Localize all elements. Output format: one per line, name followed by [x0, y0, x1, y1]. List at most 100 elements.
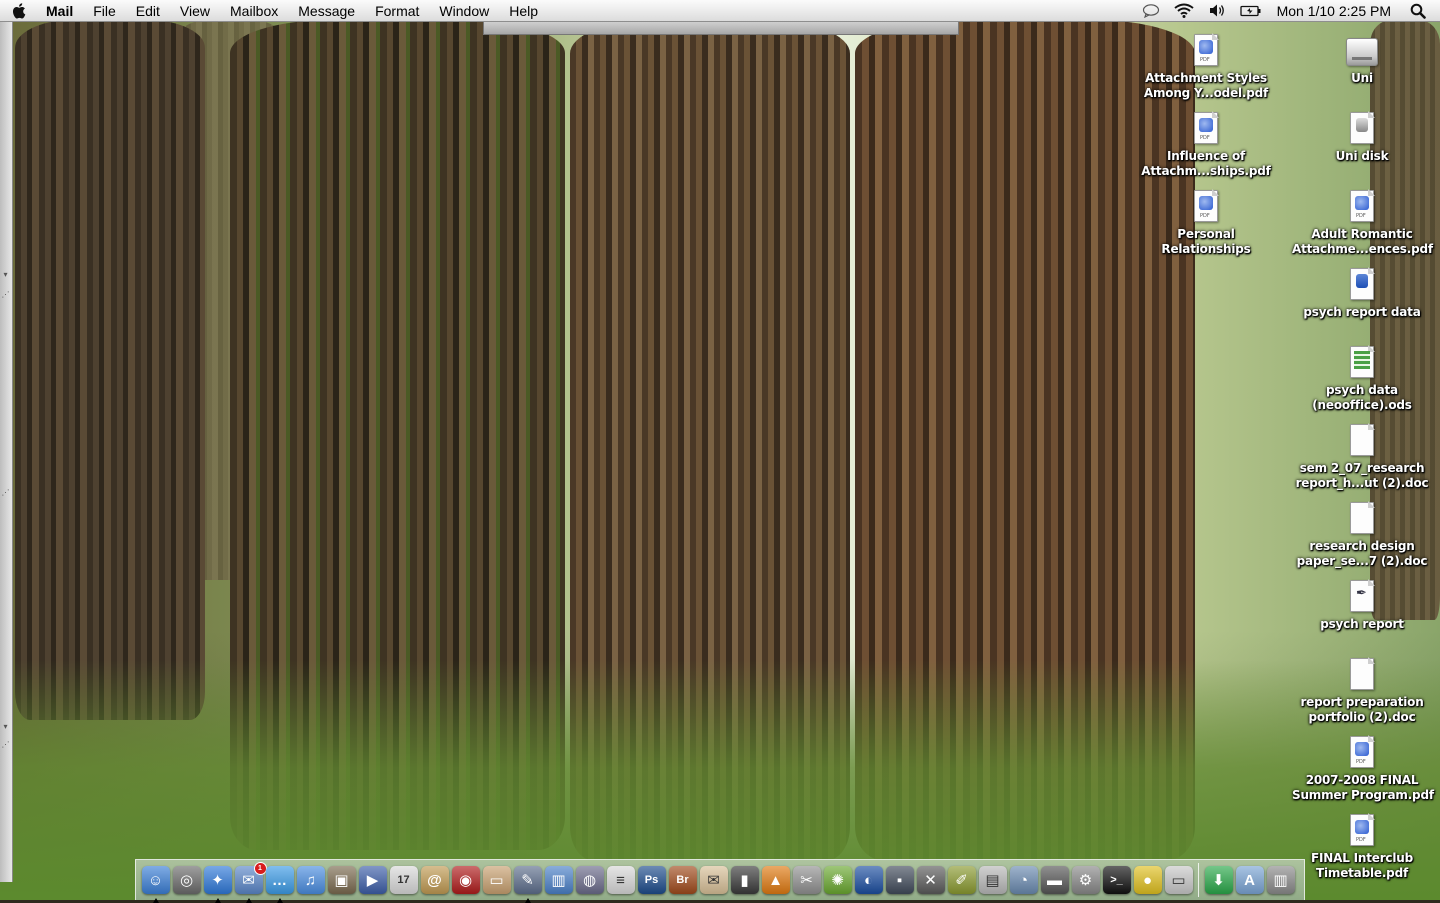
textedit-icon[interactable]: ≡ [606, 866, 635, 894]
desktop-icon[interactable]: PDF 2007-2008 FINAL Summer Program.pdf [1292, 735, 1434, 803]
itunes-icon[interactable]: ♫ [296, 866, 325, 894]
pdf-document-icon: PDF [1350, 735, 1375, 768]
spotlight-search-icon[interactable] [1403, 0, 1440, 22]
trash-icon[interactable]: ▥ [1266, 866, 1295, 894]
wifi-icon[interactable] [1167, 0, 1201, 22]
text-document-icon [1350, 579, 1375, 612]
offscreen-window-edge[interactable]: ▾ ⋰ ⋰ ▾ ⋰ [0, 22, 13, 882]
desktop-icon[interactable]: PDF Influence of Attachm...ships.pdf [1136, 111, 1276, 179]
menu-view[interactable]: View [170, 0, 220, 22]
desktop-icon-label: Attachment Styles [1145, 71, 1267, 85]
hard-disk-icon [1346, 38, 1378, 66]
desktop-icon[interactable]: psych data (neooffice).ods [1292, 345, 1432, 413]
photoshop-icon[interactable]: Ps [637, 866, 666, 894]
dock-item-glyph: ◎ [179, 872, 194, 889]
applications-folder-icon[interactable]: A [1235, 866, 1264, 894]
vlc-icon[interactable]: ▲ [761, 866, 790, 894]
downloads-stack-icon[interactable]: ⬇ [1204, 866, 1233, 894]
terminal-icon[interactable]: >_ [1102, 866, 1131, 894]
scroll-arrow-icon[interactable]: ▾ [1, 270, 10, 280]
resize-grip-icon[interactable]: ⋰ [1, 740, 10, 750]
resize-grip-icon[interactable]: ⋰ [1, 290, 10, 300]
desktop-icon[interactable]: Uni [1292, 34, 1432, 86]
dock-item-glyph: ✉ [242, 872, 255, 889]
menu-mailbox[interactable]: Mailbox [220, 0, 288, 22]
menu-edit[interactable]: Edit [126, 0, 170, 22]
mail-icon[interactable]: ✉ 1 [234, 862, 267, 903]
finder-icon[interactable]: ☺ [141, 866, 170, 903]
printer-icon[interactable]: ▭ [1164, 866, 1193, 894]
script-app-icon[interactable]: ▮ [730, 866, 759, 894]
desktop-icon[interactable]: PDF Adult Romantic Attachme...ences.pdf [1292, 189, 1433, 257]
address-book-icon[interactable]: @ [420, 866, 449, 894]
dock-item-glyph: ⬇ [1212, 872, 1225, 889]
desktop-icon-label: report_h...ut (2).doc [1295, 476, 1429, 490]
color-picker-icon[interactable]: ● [1133, 866, 1162, 894]
menu-format[interactable]: Format [365, 0, 429, 22]
dashboard-icon[interactable]: ◎ [172, 866, 201, 894]
drive-app-icon[interactable]: ▪ [885, 866, 914, 894]
window-edge[interactable] [483, 22, 959, 35]
preview-icon[interactable]: ◍ [575, 866, 604, 894]
dock-item-glyph: ✂ [800, 872, 813, 889]
tools-app-icon[interactable]: ✂ [792, 866, 821, 894]
apple-menu-icon[interactable] [0, 0, 40, 22]
menu-file[interactable]: File [83, 0, 126, 22]
pen-app-icon[interactable]: ✎ [513, 866, 542, 903]
globe-app-icon[interactable]: ◐ [854, 866, 883, 894]
pdf-document-icon: PDF [1194, 33, 1219, 66]
menu-message[interactable]: Message [288, 0, 365, 22]
keychain-icon[interactable]: ▬ [1040, 866, 1069, 894]
pen-tool-icon[interactable]: ✐ [947, 866, 976, 894]
desktop-icon[interactable]: PDF Attachment Styles Among Y...odel.pdf [1136, 33, 1276, 101]
pdf-document-icon: PDF [1194, 111, 1219, 144]
menu-help[interactable]: Help [499, 0, 548, 22]
colorsync-icon[interactable]: ◔ [1009, 866, 1038, 894]
desktop-icon[interactable]: Uni disk [1292, 111, 1432, 164]
imovie-icon[interactable]: ▶ [358, 866, 387, 894]
resize-grip-icon[interactable]: ⋰ [1, 488, 10, 498]
pdf-document-icon: PDF [1350, 813, 1375, 846]
dock-item-glyph: … [272, 871, 287, 889]
sysprefs-app-icon[interactable]: ⚙ [1071, 866, 1100, 894]
desktop-icon-label: report preparation [1300, 695, 1424, 709]
ichat-status-icon[interactable] [1135, 0, 1167, 22]
menu-window[interactable]: Window [429, 0, 499, 22]
dock-item-glyph: >_ [1110, 874, 1123, 886]
desktop-icon-label: psych data [1326, 383, 1398, 397]
desktop-icon-label: portfolio (2).doc [1308, 710, 1416, 724]
dock-item-glyph: ≡ [616, 871, 625, 889]
dock-item-glyph: ◉ [458, 872, 473, 889]
desktop-icon-label: Attachme...ences.pdf [1292, 242, 1433, 256]
photo-booth-icon[interactable]: ◉ [451, 866, 480, 894]
menu-app-name[interactable]: Mail [40, 0, 83, 22]
battery-icon[interactable] [1233, 0, 1269, 22]
dock-separator[interactable] [1198, 863, 1199, 897]
unread-count-badge: 1 [253, 862, 267, 875]
volume-icon[interactable] [1201, 0, 1233, 22]
desktop-icon[interactable]: sem 2_07_research report_h...ut (2).doc [1292, 423, 1432, 491]
desktop-icon[interactable]: report preparation portfolio (2).doc [1292, 657, 1432, 725]
menu-clock[interactable]: Mon 1/10 2:25 PM [1269, 3, 1403, 19]
desktop-icon[interactable]: PDF Personal Relationships [1136, 189, 1276, 257]
scroll-arrow-icon[interactable]: ▾ [1, 722, 10, 732]
blank-document-icon [1350, 423, 1375, 456]
stamp-app-icon[interactable]: ✉ [699, 866, 728, 894]
chart-app-icon[interactable]: ▥ [544, 866, 573, 894]
desktop-icon[interactable]: psych report data [1292, 267, 1432, 320]
iphoto-icon[interactable]: ▣ [327, 866, 356, 894]
ical-icon[interactable]: 17 [389, 866, 418, 894]
dock-item-glyph: A [1244, 871, 1255, 889]
desktop-icon[interactable]: research design paper_se...7 (2).doc [1292, 501, 1432, 569]
utility-icon[interactable]: ▤ [978, 866, 1007, 894]
bridge-icon[interactable]: Br [668, 866, 697, 894]
ichat-icon[interactable]: … [265, 866, 294, 903]
desktop-icon[interactable]: PDF FINAL Interclub Timetable.pdf [1292, 813, 1432, 881]
desktop-icon[interactable]: psych report [1292, 579, 1432, 632]
dock-item-glyph: ◐ [863, 871, 874, 889]
keynote-icon[interactable]: ▭ [482, 866, 511, 894]
dock-item-glyph: ▬ [1047, 871, 1062, 889]
safari-icon[interactable]: ✦ [203, 866, 232, 903]
x11-icon[interactable]: ✕ [916, 866, 945, 894]
network-app-icon[interactable]: ✺ [823, 866, 852, 894]
